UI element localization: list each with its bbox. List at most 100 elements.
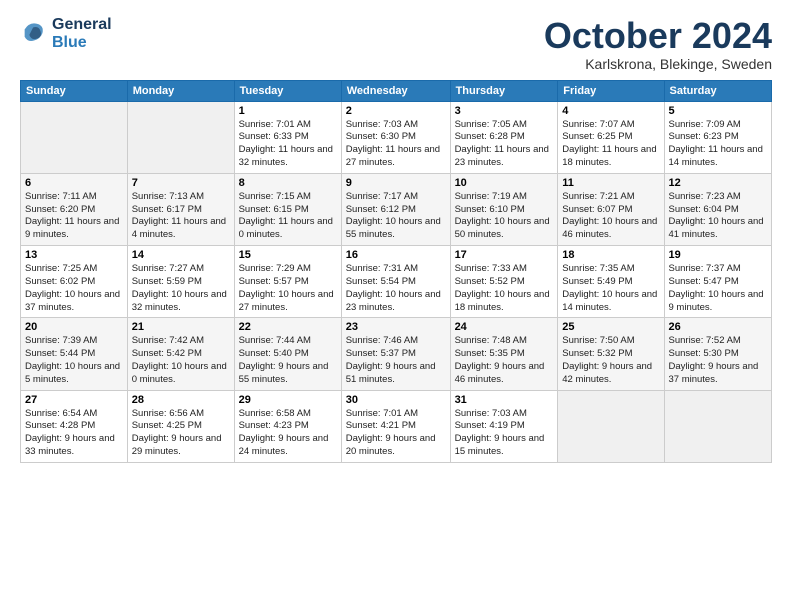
calendar-table: Sunday Monday Tuesday Wednesday Thursday… — [20, 80, 772, 463]
day-info: Sunrise: 7:03 AM Sunset: 4:19 PM Dayligh… — [455, 408, 554, 459]
calendar-cell: 8 Sunrise: 7:15 AM Sunset: 6:15 PM Daylig… — [234, 173, 341, 245]
day-info: Sunrise: 7:25 AM Sunset: 6:02 PM Dayligh… — [25, 263, 123, 314]
day-number: 8 — [239, 177, 337, 189]
col-friday: Friday — [558, 80, 664, 101]
calendar-cell: 29Sunrise: 6:58 AM Sunset: 4:23 PM Dayli… — [234, 390, 341, 462]
calendar-cell: 24 Sunrise: 7:48 AM Sunset: 5:35 PM Dayli… — [450, 318, 558, 390]
week-row: 27 Sunrise: 6:54 AM Sunset: 4:28 PM Dayli… — [21, 390, 772, 462]
day-info: Sunrise: 7:48 AM Sunset: 5:35 PM Dayligh… — [455, 335, 554, 386]
calendar-cell: 9 Sunrise: 7:17 AM Sunset: 6:12 PM Daylig… — [341, 173, 450, 245]
calendar-cell: 11Sunrise: 7:21 AM Sunset: 6:07 PM Dayli… — [558, 173, 664, 245]
calendar-cell: 1Sunrise: 7:01 AM Sunset: 6:33 PM Daylig… — [234, 101, 341, 173]
day-info: Sunrise: 7:11 AM Sunset: 6:20 PM Dayligh… — [25, 191, 123, 242]
day-info: Sunrise: 7:07 AM Sunset: 6:25 PM Dayligh… — [562, 119, 659, 170]
day-info: Sunrise: 7:37 AM Sunset: 5:47 PM Dayligh… — [669, 263, 768, 314]
header: General Blue October 2024 Karlskrona, Bl… — [20, 16, 772, 72]
day-number: 2 — [346, 105, 446, 117]
day-number: 9 — [346, 177, 446, 189]
calendar-cell — [664, 390, 772, 462]
day-info: Sunrise: 6:54 AM Sunset: 4:28 PM Dayligh… — [25, 408, 123, 459]
calendar-cell: 27 Sunrise: 6:54 AM Sunset: 4:28 PM Dayli… — [21, 390, 128, 462]
day-number: 25 — [562, 321, 659, 333]
col-thursday: Thursday — [450, 80, 558, 101]
calendar-cell: 20Sunrise: 7:39 AM Sunset: 5:44 PM Dayli… — [21, 318, 128, 390]
calendar-cell: 12Sunrise: 7:23 AM Sunset: 6:04 PM Dayli… — [664, 173, 772, 245]
calendar-cell — [558, 390, 664, 462]
title-block: October 2024 Karlskrona, Blekinge, Swede… — [544, 16, 772, 72]
calendar-cell: 21 Sunrise: 7:42 AM Sunset: 5:42 PM Dayli… — [127, 318, 234, 390]
calendar-cell — [127, 101, 234, 173]
day-info: Sunrise: 6:56 AM Sunset: 4:25 PM Dayligh… — [132, 408, 230, 459]
day-number: 7 — [132, 177, 230, 189]
week-row: 13 Sunrise: 7:25 AM Sunset: 6:02 PM Dayli… — [21, 246, 772, 318]
calendar-cell: 17 Sunrise: 7:33 AM Sunset: 5:52 PM Dayli… — [450, 246, 558, 318]
col-saturday: Saturday — [664, 80, 772, 101]
day-number: 6 — [25, 177, 123, 189]
calendar-cell: 19 Sunrise: 7:37 AM Sunset: 5:47 PM Dayli… — [664, 246, 772, 318]
week-row: 1Sunrise: 7:01 AM Sunset: 6:33 PM Daylig… — [21, 101, 772, 173]
day-number: 27 — [25, 394, 123, 406]
day-info: Sunrise: 7:27 AM Sunset: 5:59 PM Dayligh… — [132, 263, 230, 314]
month-title: October 2024 — [544, 16, 772, 56]
day-number: 19 — [669, 249, 768, 261]
day-number: 10 — [455, 177, 554, 189]
day-number: 11 — [562, 177, 659, 189]
subtitle: Karlskrona, Blekinge, Sweden — [544, 56, 772, 72]
day-number: 18 — [562, 249, 659, 261]
day-number: 24 — [455, 321, 554, 333]
day-info: Sunrise: 7:31 AM Sunset: 5:54 PM Dayligh… — [346, 263, 446, 314]
calendar-cell: 16 Sunrise: 7:31 AM Sunset: 5:54 PM Dayli… — [341, 246, 450, 318]
calendar-cell: 14 Sunrise: 7:27 AM Sunset: 5:59 PM Dayli… — [127, 246, 234, 318]
calendar-cell: 25 Sunrise: 7:50 AM Sunset: 5:32 PM Dayli… — [558, 318, 664, 390]
day-number: 17 — [455, 249, 554, 261]
day-number: 26 — [669, 321, 768, 333]
day-info: Sunrise: 7:01 AM Sunset: 4:21 PM Dayligh… — [346, 408, 446, 459]
day-info: Sunrise: 7:44 AM Sunset: 5:40 PM Dayligh… — [239, 335, 337, 386]
col-monday: Monday — [127, 80, 234, 101]
day-number: 30 — [346, 394, 446, 406]
day-info: Sunrise: 7:35 AM Sunset: 5:49 PM Dayligh… — [562, 263, 659, 314]
calendar-cell: 3Sunrise: 7:05 AM Sunset: 6:28 PM Daylig… — [450, 101, 558, 173]
day-info: Sunrise: 7:39 AM Sunset: 5:44 PM Dayligh… — [25, 335, 123, 386]
day-number: 21 — [132, 321, 230, 333]
day-info: Sunrise: 7:09 AM Sunset: 6:23 PM Dayligh… — [669, 119, 768, 170]
day-number: 28 — [132, 394, 230, 406]
day-info: Sunrise: 7:19 AM Sunset: 6:10 PM Dayligh… — [455, 191, 554, 242]
day-number: 14 — [132, 249, 230, 261]
logo-icon — [20, 20, 48, 48]
calendar-cell: 28 Sunrise: 6:56 AM Sunset: 4:25 PM Dayli… — [127, 390, 234, 462]
day-info: Sunrise: 7:33 AM Sunset: 5:52 PM Dayligh… — [455, 263, 554, 314]
day-number: 16 — [346, 249, 446, 261]
logo: General Blue — [20, 16, 112, 51]
day-number: 12 — [669, 177, 768, 189]
day-info: Sunrise: 7:13 AM Sunset: 6:17 PM Dayligh… — [132, 191, 230, 242]
day-info: Sunrise: 7:29 AM Sunset: 5:57 PM Dayligh… — [239, 263, 337, 314]
calendar-cell: 13 Sunrise: 7:25 AM Sunset: 6:02 PM Dayli… — [21, 246, 128, 318]
week-row: 6 Sunrise: 7:11 AM Sunset: 6:20 PM Daylig… — [21, 173, 772, 245]
day-info: Sunrise: 6:58 AM Sunset: 4:23 PM Dayligh… — [239, 408, 337, 459]
day-number: 23 — [346, 321, 446, 333]
day-info: Sunrise: 7:50 AM Sunset: 5:32 PM Dayligh… — [562, 335, 659, 386]
day-info: Sunrise: 7:17 AM Sunset: 6:12 PM Dayligh… — [346, 191, 446, 242]
day-info: Sunrise: 7:03 AM Sunset: 6:30 PM Dayligh… — [346, 119, 446, 170]
day-number: 5 — [669, 105, 768, 117]
calendar-cell: 5 Sunrise: 7:09 AM Sunset: 6:23 PM Daylig… — [664, 101, 772, 173]
calendar-cell: 15 Sunrise: 7:29 AM Sunset: 5:57 PM Dayli… — [234, 246, 341, 318]
calendar-cell: 30 Sunrise: 7:01 AM Sunset: 4:21 PM Dayli… — [341, 390, 450, 462]
day-info: Sunrise: 7:01 AM Sunset: 6:33 PM Dayligh… — [239, 119, 337, 170]
day-info: Sunrise: 7:46 AM Sunset: 5:37 PM Dayligh… — [346, 335, 446, 386]
day-info: Sunrise: 7:15 AM Sunset: 6:15 PM Dayligh… — [239, 191, 337, 242]
day-number: 13 — [25, 249, 123, 261]
col-tuesday: Tuesday — [234, 80, 341, 101]
day-number: 15 — [239, 249, 337, 261]
calendar-cell: 22Sunrise: 7:44 AM Sunset: 5:40 PM Dayli… — [234, 318, 341, 390]
col-wednesday: Wednesday — [341, 80, 450, 101]
page: General Blue October 2024 Karlskrona, Bl… — [0, 0, 792, 473]
calendar-cell: 2 Sunrise: 7:03 AM Sunset: 6:30 PM Daylig… — [341, 101, 450, 173]
calendar-cell: 26Sunrise: 7:52 AM Sunset: 5:30 PM Dayli… — [664, 318, 772, 390]
week-row: 20Sunrise: 7:39 AM Sunset: 5:44 PM Dayli… — [21, 318, 772, 390]
calendar-cell: 10 Sunrise: 7:19 AM Sunset: 6:10 PM Dayli… — [450, 173, 558, 245]
col-sunday: Sunday — [21, 80, 128, 101]
day-info: Sunrise: 7:42 AM Sunset: 5:42 PM Dayligh… — [132, 335, 230, 386]
day-number: 31 — [455, 394, 554, 406]
